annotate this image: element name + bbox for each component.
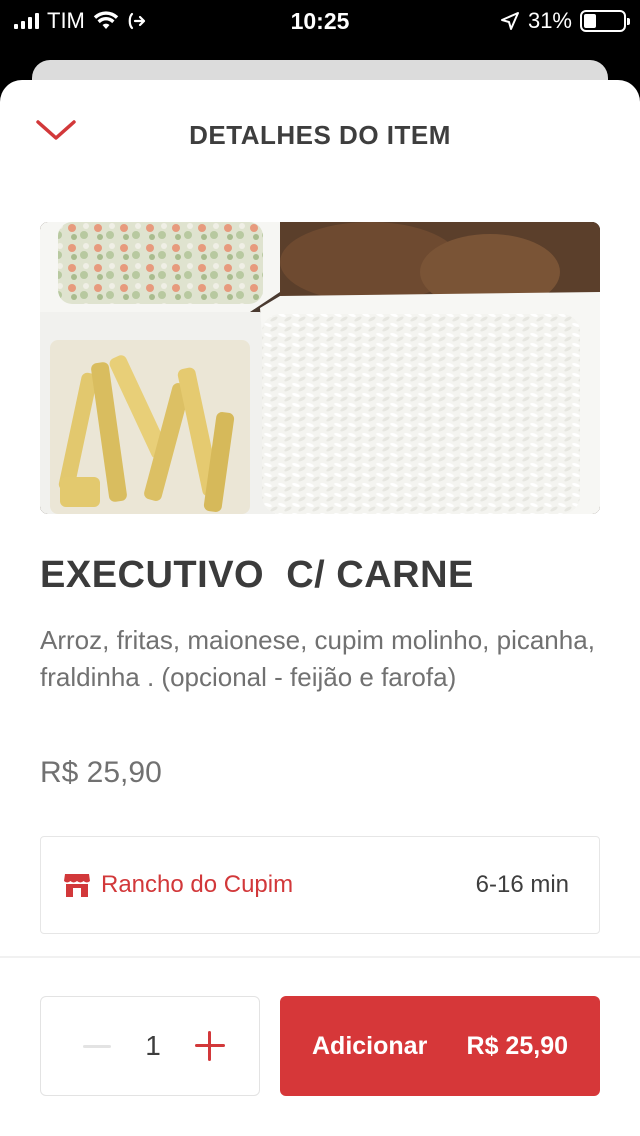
sheet-title: DETALHES DO ITEM — [189, 120, 451, 150]
status-right: 31% — [500, 8, 630, 34]
store-icon — [64, 874, 90, 897]
add-button-price: R$ 25,90 — [466, 1031, 568, 1060]
minus-icon[interactable] — [83, 1032, 111, 1060]
battery-icon — [580, 10, 630, 32]
item-details-sheet: DETALHES DO ITEM EXECUTIVO C/ CARNE Arro… — [0, 80, 640, 1136]
store-card[interactable]: Rancho do Cupim 6-16 min — [40, 836, 600, 934]
item-photo — [40, 222, 600, 514]
battery-percent: 31% — [527, 8, 572, 33]
item-description: Arroz, fritas, maionese, cupim molinho, … — [40, 625, 595, 692]
quantity-value: 1 — [145, 1030, 161, 1061]
plus-icon[interactable] — [194, 1031, 225, 1061]
status-bar: TIM 10:25 31% — [0, 0, 640, 44]
delivery-time: 6-16 min — [475, 871, 569, 898]
footer-divider — [0, 956, 640, 958]
item-price: R$ 25,90 — [40, 756, 162, 789]
add-button-label: Adicionar — [312, 1031, 428, 1060]
location-arrow-icon — [500, 12, 519, 30]
battery-level — [584, 14, 596, 28]
sheet-header: DETALHES DO ITEM — [0, 80, 640, 192]
quantity-stepper: 1 — [40, 996, 260, 1096]
store-name: Rancho do Cupim — [101, 871, 294, 898]
add-to-cart-button[interactable]: Adicionar R$ 25,90 — [280, 996, 600, 1096]
item-name: EXECUTIVO C/ CARNE — [40, 554, 474, 596]
